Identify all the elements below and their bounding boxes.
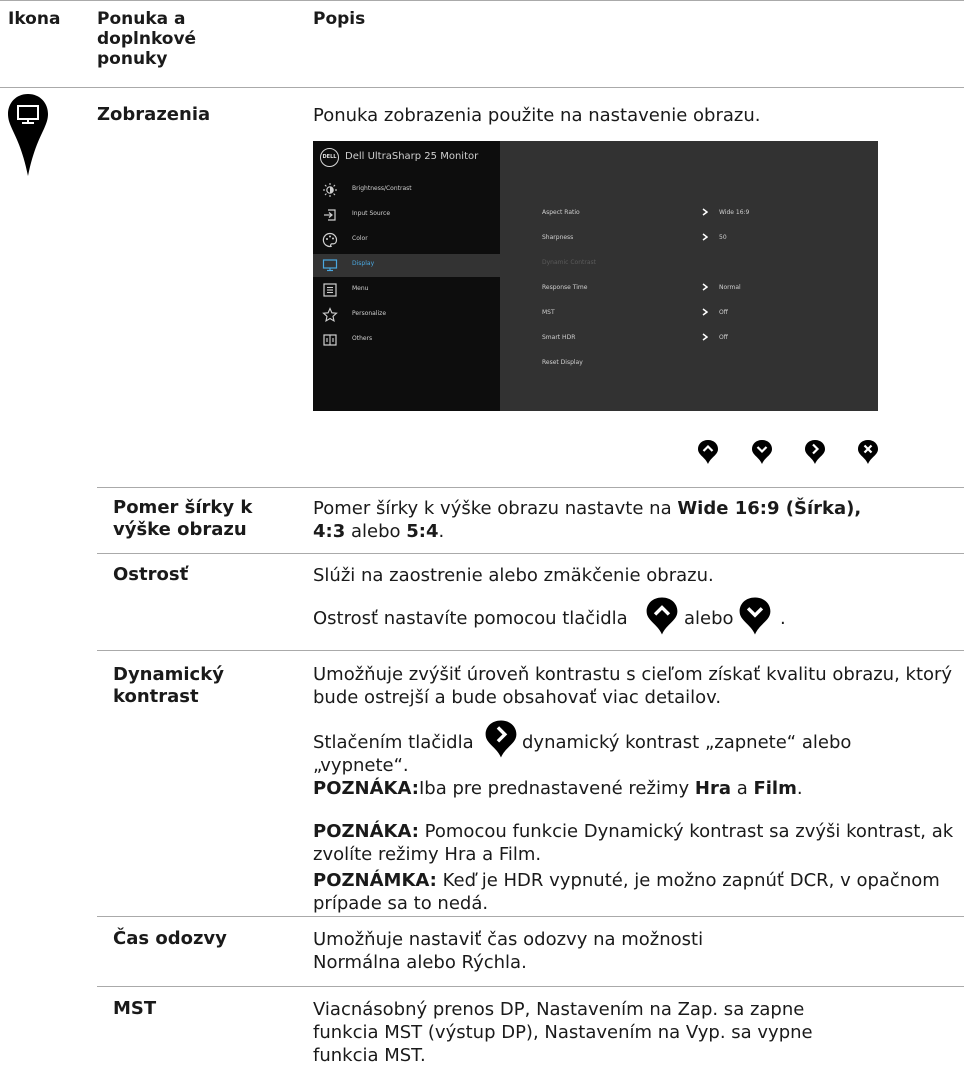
- osd-menu-input-source[interactable]: Input Source: [313, 204, 500, 227]
- note-hdr: POZNÁMKA: Keď je HDR vypnuté, je možno z…: [313, 870, 940, 914]
- right-button-icon: [805, 440, 825, 464]
- row-rule: [97, 986, 964, 987]
- color-palette-icon: [322, 232, 338, 248]
- col-header-description: Popis: [313, 9, 366, 29]
- osd-value-aspect-ratio: Wide 16:9: [719, 209, 750, 216]
- sharpness-or: alebo: [684, 608, 734, 629]
- top-rule: [0, 0, 964, 1]
- osd-menu-label: Personalize: [352, 310, 387, 317]
- menu-name-dynamic-contrast: Dynamický kontrast: [113, 664, 224, 707]
- menu-name-aspect-ratio: Pomer šírky k výške obrazu: [113, 497, 253, 540]
- osd-title: Dell UltraSharp 25 Monitor: [345, 151, 479, 162]
- monitor-icon: [8, 94, 48, 176]
- up-button-icon: [698, 440, 718, 464]
- down-button-icon: [739, 597, 771, 635]
- display-monitor-icon: [322, 259, 338, 272]
- others-icon: [323, 334, 337, 346]
- chevron-right-icon: [702, 308, 708, 316]
- osd-option-sharpness[interactable]: Sharpness: [542, 234, 573, 241]
- right-button-icon: [485, 720, 517, 758]
- dynamic-contrast-instruction: Stlačením tlačidla: [313, 732, 474, 753]
- display-description: Ponuka zobrazenia použite na nastavenie …: [313, 105, 761, 126]
- row-rule: [97, 487, 964, 488]
- osd-menu-brightness[interactable]: Brightness/Contrast: [313, 179, 500, 202]
- input-source-icon: [324, 209, 336, 221]
- osd-option-dynamic-contrast: Dynamic Contrast: [542, 259, 597, 266]
- osd-value-sharpness: 50: [719, 234, 727, 241]
- osd-menu-label: Input Source: [352, 210, 391, 217]
- osd-menu-label: Color: [352, 235, 368, 242]
- osd-options-panel: [500, 141, 878, 411]
- osd-option-aspect-ratio[interactable]: Aspect Ratio: [542, 209, 580, 216]
- row-rule: [97, 553, 964, 554]
- up-button-icon: [646, 597, 678, 635]
- sharpness-instruction: Ostrosť nastavíte pomocou tlačidla: [313, 608, 628, 629]
- dynamic-contrast-instruction-cont: dynamický kontrast „zapnete“ alebo: [522, 732, 852, 753]
- chevron-right-icon: [702, 208, 708, 216]
- menu-name-mst: MST: [113, 998, 157, 1019]
- osd-menu-label: Display: [352, 260, 375, 267]
- dynamic-contrast-instruction-end: „vypnete“.: [313, 755, 409, 776]
- brightness-icon: [323, 183, 337, 197]
- osd-menu-others[interactable]: Others: [313, 329, 500, 352]
- response-time-description: Umožňuje nastaviť čas odozvy na možnosti…: [313, 929, 704, 973]
- note-presets: POZNÁKA:Iba pre prednastavené režimy Hra…: [313, 778, 803, 799]
- menu-name-sharpness: Ostrosť: [113, 564, 189, 585]
- menu-name-display: Zobrazenia: [97, 104, 211, 125]
- menu-name-response-time: Čas odozvy: [113, 928, 227, 949]
- osd-menu-color[interactable]: Color: [313, 229, 500, 252]
- menu-list-icon: [323, 283, 337, 297]
- chevron-right-icon: [702, 233, 708, 241]
- sharpness-description: Slúži na zaostrenie alebo zmäkčenie obra…: [313, 565, 714, 586]
- sharpness-period: .: [780, 608, 786, 629]
- chevron-right-icon: [702, 283, 708, 291]
- osd-menu-label: Brightness/Contrast: [352, 185, 412, 192]
- osd-value-smart-hdr: Off: [719, 334, 728, 341]
- osd-option-mst[interactable]: MST: [542, 309, 555, 316]
- osd-option-smart-hdr[interactable]: Smart HDR: [542, 334, 575, 341]
- down-button-icon: [752, 440, 772, 464]
- dell-logo: DELL: [320, 148, 339, 167]
- dynamic-contrast-description: Umožňuje zvýšiť úroveň kontrastu s cieľo…: [313, 664, 953, 708]
- osd-option-response-time[interactable]: Response Time: [542, 284, 587, 291]
- col-header-menu: Ponuka a doplnkové ponuky: [97, 9, 197, 69]
- osd-value-response-time: Normal: [719, 284, 741, 291]
- osd-menu-display[interactable]: Display: [313, 254, 500, 277]
- osd-value-mst: Off: [719, 309, 728, 316]
- aspect-ratio-description: Pomer šírky k výške obrazu nastavte na W…: [313, 498, 862, 542]
- row-rule: [97, 916, 964, 917]
- row-rule: [97, 650, 964, 651]
- star-icon: [322, 307, 338, 323]
- note-dynamic-contrast: POZNÁKA: Pomocou funkcie Dynamický kontr…: [313, 821, 954, 865]
- osd-menu-menu[interactable]: Menu: [313, 279, 500, 302]
- osd-menu-label: Others: [352, 335, 373, 342]
- osd-option-reset-display[interactable]: Reset Display: [542, 359, 583, 366]
- close-button-icon: [858, 440, 878, 464]
- osd-screenshot: DELL Dell UltraSharp 25 Monitor Brightne…: [313, 141, 878, 411]
- osd-menu-label: Menu: [352, 285, 369, 292]
- col-header-icon: Ikona: [8, 9, 61, 29]
- chevron-right-icon: [702, 333, 708, 341]
- osd-menu-personalize[interactable]: Personalize: [313, 304, 500, 327]
- header-rule: [0, 87, 964, 88]
- mst-description: Viacnásobný prenos DP, Nastavením na Zap…: [313, 999, 813, 1066]
